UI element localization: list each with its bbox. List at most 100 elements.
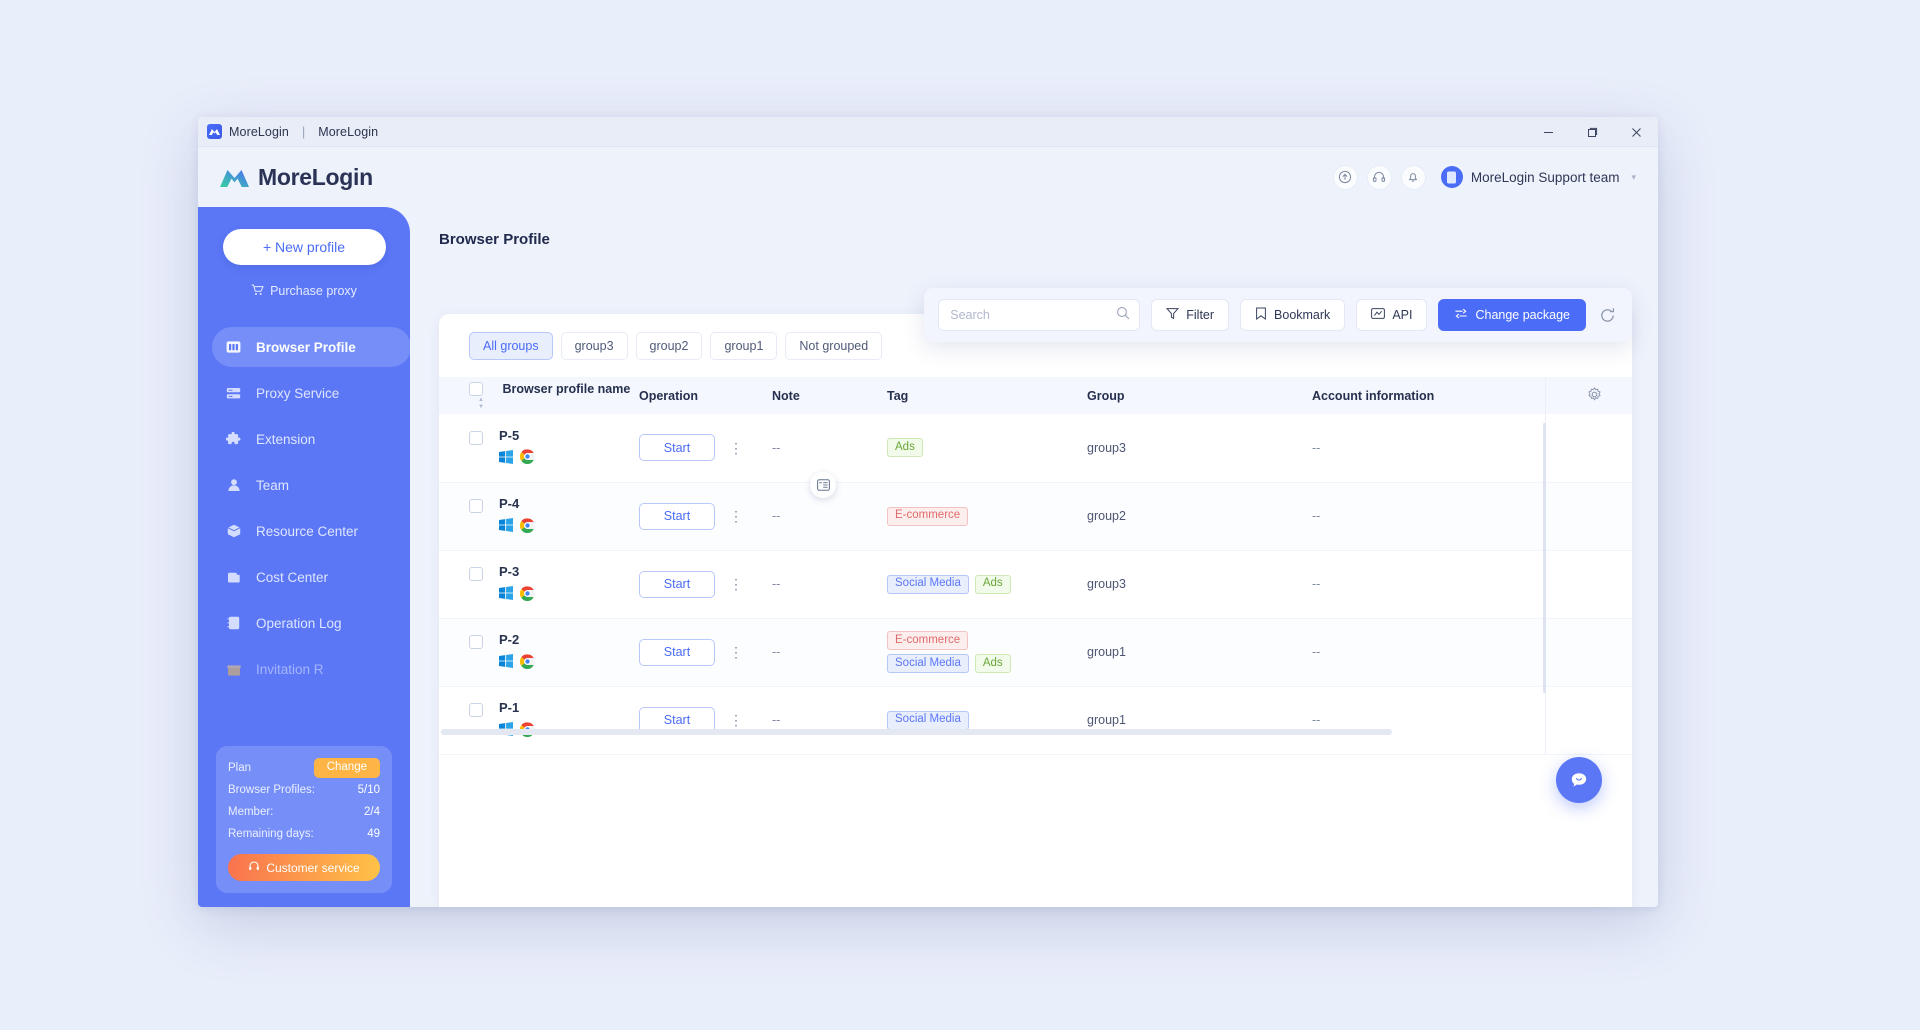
cell-tag: Ads	[887, 414, 1087, 483]
purchase-proxy-label: Purchase proxy	[270, 284, 357, 298]
tag-badge: E-commerce	[887, 506, 969, 526]
sort-icon[interactable]: ▲ ▼	[478, 397, 484, 410]
row-more-menu-icon[interactable]: ⋮	[725, 509, 747, 523]
group-tab-group3[interactable]: group3	[560, 332, 628, 360]
row-more-menu-icon[interactable]: ⋮	[725, 645, 747, 659]
tag-badge: Ads	[974, 654, 1011, 673]
application-window: MoreLogin | MoreLogin MoreLogin MoreLogi…	[198, 117, 1658, 907]
browser-icon	[225, 340, 242, 354]
th-note: Note	[772, 377, 887, 414]
row-more-menu-icon[interactable]: ⋮	[725, 713, 747, 727]
sidebar-item-invitation[interactable]: Invitation R	[198, 646, 410, 692]
cell-profile-name: P-5	[439, 414, 639, 483]
th-label: Browser profile name	[502, 381, 631, 396]
sidebar-item-resource-center[interactable]: Resource Center	[198, 508, 410, 554]
sidebar-item-cost-center[interactable]: Cost Center	[198, 554, 410, 600]
cell-account-information: --	[1312, 482, 1632, 551]
table-row[interactable]: P-3 Start ⋮ -- Social Media Ads group3 --	[439, 550, 1632, 619]
sidebar-item-extension[interactable]: Extension	[198, 416, 410, 462]
change-plan-button[interactable]: Change	[313, 758, 380, 778]
cell-group: group1	[1087, 618, 1312, 687]
sidebar-item-proxy-service[interactable]: Proxy Service	[198, 370, 410, 416]
search-icon[interactable]	[1116, 306, 1130, 325]
user-name: MoreLogin Support team	[1470, 169, 1620, 185]
windows-icon	[499, 586, 513, 603]
column-settings-icon[interactable]	[1587, 386, 1602, 407]
toolbar: Filter Bookmark API	[924, 288, 1632, 342]
row-checkbox[interactable]	[469, 499, 483, 514]
row-more-menu-icon[interactable]: ⋮	[725, 441, 747, 455]
profile-name: P-1	[499, 700, 520, 716]
start-button[interactable]: Start	[639, 638, 715, 666]
maximize-button[interactable]	[1570, 117, 1614, 147]
start-button[interactable]: Start	[639, 434, 715, 462]
horizontal-scrollbar-thumb[interactable]	[441, 728, 1393, 735]
change-package-button[interactable]: Change package	[1438, 299, 1586, 331]
tag-badge: Ads	[887, 438, 923, 458]
cell-group: group3	[1087, 414, 1312, 483]
gift-icon	[225, 663, 242, 676]
tag-badge: Social Media	[887, 710, 969, 730]
user-icon	[225, 478, 242, 492]
search-input[interactable]	[950, 308, 1117, 322]
chrome-icon	[519, 586, 535, 604]
select-all-checkbox[interactable]	[469, 381, 483, 396]
table-body: P-5 Start ⋮ -- Ads group3 -- P-4 Start ⋮ -- E-comme…	[439, 414, 1632, 755]
row-more-menu-icon[interactable]: ⋮	[725, 577, 747, 591]
api-button[interactable]: API	[1356, 299, 1428, 331]
row-checkbox[interactable]	[469, 431, 483, 446]
group-tab-not-grouped[interactable]: Not grouped	[785, 332, 883, 360]
sidebar: + New profile Purchase proxy Browser Pro…	[198, 207, 410, 907]
group-tab-all-groups[interactable]: All groups	[469, 332, 553, 360]
cell-note: --	[772, 686, 887, 755]
plan-row-label: Browser Profiles:	[228, 784, 315, 796]
chat-support-button[interactable]	[1556, 757, 1602, 803]
th-account-information: Account information	[1312, 377, 1632, 414]
row-checkbox[interactable]	[469, 703, 483, 718]
sidebar-collapse-handle[interactable]	[810, 472, 836, 498]
package-swap-icon	[1454, 307, 1468, 323]
brand-name: MoreLogin	[258, 163, 373, 190]
cell-note: --	[772, 414, 887, 483]
search-box[interactable]	[938, 299, 1141, 331]
cell-group: group2	[1087, 482, 1312, 551]
customer-service-button[interactable]: Customer service	[228, 854, 380, 881]
start-button[interactable]: Start	[639, 502, 715, 530]
sidebar-item-label: Resource Center	[256, 523, 359, 539]
cell-profile-name: P-4	[439, 482, 639, 551]
vertical-scrollbar[interactable]	[1543, 423, 1546, 693]
minimize-button[interactable]	[1526, 117, 1570, 147]
table-row[interactable]: P-4 Start ⋮ -- E-commerce group2 --	[439, 482, 1632, 551]
plan-row-label: Remaining days:	[228, 828, 314, 840]
row-checkbox[interactable]	[469, 567, 483, 582]
new-profile-button[interactable]: + New profile	[222, 229, 386, 265]
sidebar-item-label: Extension	[256, 431, 316, 447]
sidebar-item-browser-profile[interactable]: Browser Profile	[198, 324, 410, 370]
sidebar-item-label: Cost Center	[256, 569, 329, 585]
profile-name: P-2	[499, 632, 520, 648]
close-button[interactable]	[1614, 117, 1658, 147]
bell-icon[interactable]	[1400, 164, 1426, 190]
user-menu[interactable]: MoreLogin Support team ▾	[1440, 166, 1636, 188]
group-tab-group1[interactable]: group1	[710, 332, 778, 360]
filter-button[interactable]: Filter	[1151, 299, 1230, 331]
headset-icon[interactable]	[1366, 164, 1392, 190]
bookmark-label: Bookmark	[1274, 308, 1331, 322]
bookmark-button[interactable]: Bookmark	[1240, 299, 1346, 331]
table-row[interactable]: P-1 Start ⋮ -- Social Media group1 --	[439, 686, 1632, 755]
refresh-button[interactable]	[1597, 307, 1618, 324]
content-card: All groups group3 group2 group1 Not grou…	[439, 314, 1632, 907]
table-row[interactable]: P-5 Start ⋮ -- Ads group3 --	[439, 414, 1632, 483]
row-checkbox[interactable]	[469, 635, 483, 650]
sidebar-item-operation-log[interactable]: Operation Log	[198, 600, 410, 646]
purchase-proxy-link[interactable]: Purchase proxy	[198, 280, 410, 302]
sidebar-item-team[interactable]: Team	[198, 462, 410, 508]
group-tab-group2[interactable]: group2	[635, 332, 703, 360]
th-group: Group	[1087, 377, 1312, 414]
sidebar-item-label: Invitation R	[256, 661, 324, 677]
start-button[interactable]: Start	[639, 570, 715, 598]
upgrade-icon[interactable]	[1332, 164, 1358, 190]
horizontal-scrollbar[interactable]	[439, 728, 1632, 735]
filter-label: Filter	[1186, 308, 1215, 322]
table-row[interactable]: P-2 Start ⋮ -- E-commerce Social Media Ads grou…	[439, 618, 1632, 687]
